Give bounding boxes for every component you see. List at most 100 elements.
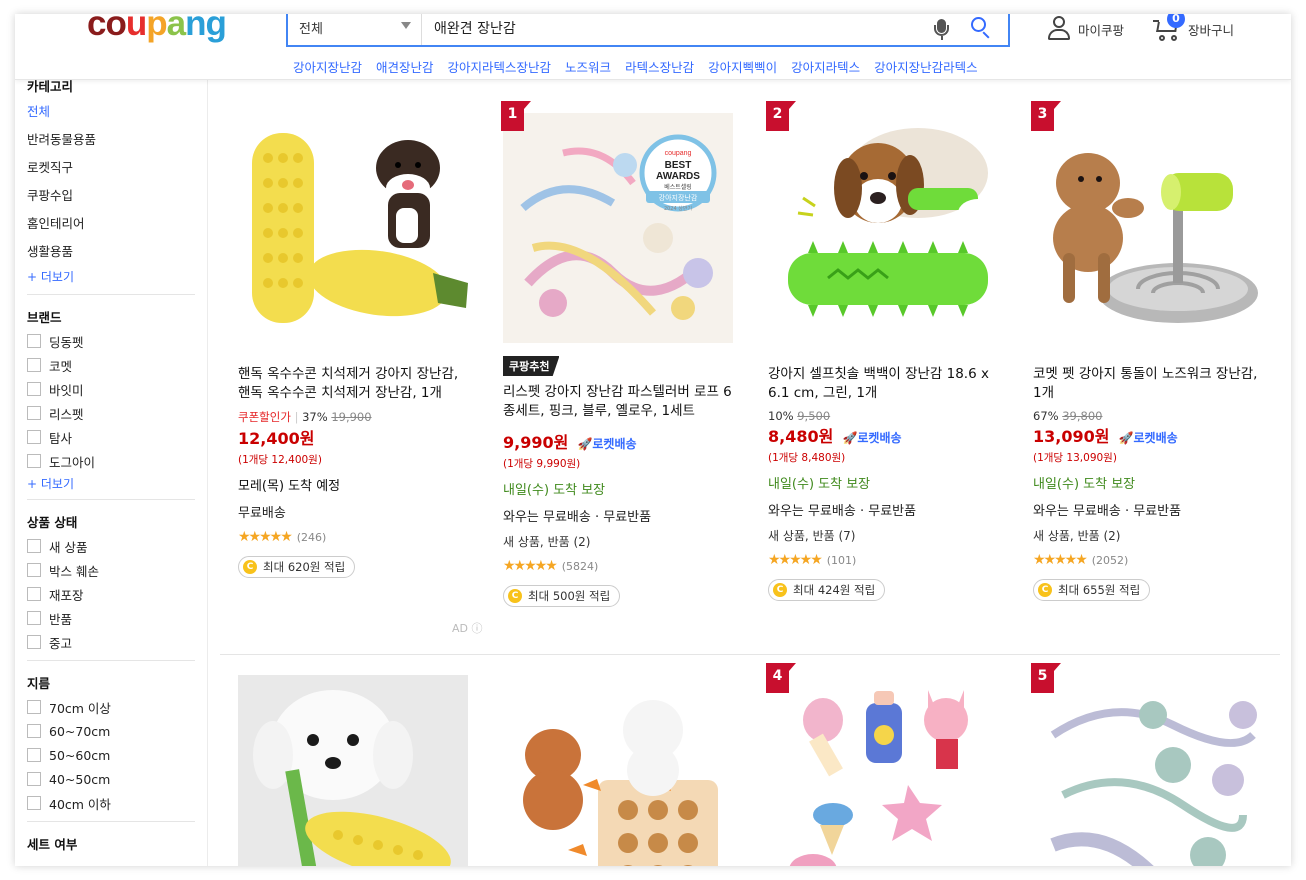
keyword-link[interactable]: 노즈워크 bbox=[565, 57, 611, 76]
sale-price: 9,990원 bbox=[503, 433, 569, 452]
product-name[interactable]: 강아지 셀프칫솔 백백이 장난감 18.6 x 6.1 cm, 그린, 1개 bbox=[768, 365, 1000, 403]
product-card[interactable]: 핸독 옥수수콘 치석제거 강아지 장난감, 핸독 옥수수콘 치석제거 장난감, … bbox=[238, 113, 470, 578]
product-card[interactable]: 2 강아지 셀프칫솔 백백이 장난감 18.6 x 6.1 cm, 그린, 1개… bbox=[766, 101, 1000, 601]
product-image[interactable] bbox=[503, 675, 733, 866]
original-price: 9,500 bbox=[797, 409, 831, 423]
condition-label: 재포장 bbox=[49, 587, 84, 603]
search-bar: 전체 bbox=[286, 14, 1010, 47]
search-icon bbox=[971, 16, 986, 32]
size-checkbox[interactable]: 60~70cm bbox=[27, 719, 195, 743]
coupang-logo[interactable]: coupang bbox=[87, 14, 227, 44]
condition-checkbox[interactable]: 반품 bbox=[27, 606, 195, 630]
size-label: 40cm 이하 bbox=[49, 796, 111, 812]
keyword-link[interactable]: 강아지삑삑이 bbox=[708, 57, 777, 76]
coupang-recommend-badge: 쿠팡추천 bbox=[503, 356, 560, 376]
microphone-icon[interactable] bbox=[930, 14, 954, 43]
product-card[interactable]: 4 bbox=[766, 663, 1000, 866]
product-card[interactable]: 3 코멧 펫 강아지 통돌이 노즈워크 장난감, 1개 67% 39,800 1… bbox=[1031, 101, 1265, 601]
brand-checkbox[interactable]: 딩동펫 bbox=[27, 329, 195, 353]
brand-checkbox[interactable]: 코멧 bbox=[27, 353, 195, 377]
keyword-link[interactable]: 강아지장난감 bbox=[293, 57, 362, 76]
size-label: 40~50cm bbox=[49, 771, 111, 787]
brand-checkbox[interactable]: 리스펫 bbox=[27, 401, 195, 425]
reward-text: 최대 655원 적립 bbox=[1058, 583, 1141, 597]
product-image[interactable] bbox=[768, 675, 998, 866]
keyword-link[interactable]: 강아지라텍스장난감 bbox=[448, 57, 552, 76]
product-image[interactable]: coupang BEST AWARDS 베스트셀링 강아지장난감 2024 상반… bbox=[503, 113, 733, 343]
star-rating-icon: ★★★★★ bbox=[768, 552, 823, 568]
discount-rate: 10% bbox=[768, 409, 794, 423]
product-image[interactable] bbox=[1033, 675, 1263, 866]
keyword-link[interactable]: 강아지라텍스 bbox=[791, 57, 860, 76]
product-image[interactable] bbox=[768, 113, 998, 343]
header: coupang 전체 강아지장난감 애견장난감 강아지라텍스장난감 노즈워크 라… bbox=[15, 14, 1291, 80]
product-name[interactable]: 코멧 펫 강아지 통돌이 노즈워크 장난감, 1개 bbox=[1033, 365, 1265, 403]
category-item[interactable]: 전체 bbox=[27, 98, 195, 126]
category-item[interactable]: 생활용품 bbox=[27, 238, 195, 266]
category-more-link[interactable]: + 더보기 bbox=[27, 266, 195, 288]
product-card[interactable] bbox=[503, 675, 735, 866]
condition-checkbox[interactable]: 새 상품 bbox=[27, 534, 195, 558]
unit-price: (1개당 13,090원) bbox=[1033, 452, 1117, 464]
brand-checkbox[interactable]: 바잇미 bbox=[27, 377, 195, 401]
brand-more-link[interactable]: + 더보기 bbox=[27, 473, 195, 495]
new-used-info[interactable]: 새 상품, 반품 (7) bbox=[768, 527, 1000, 544]
category-item[interactable]: 홈인테리어 bbox=[27, 210, 195, 238]
condition-checkbox[interactable]: 중고 bbox=[27, 630, 195, 654]
product-name[interactable]: 핸독 옥수수콘 치석제거 강아지 장난감, 핸독 옥수수콘 치석제거 장난감, … bbox=[238, 365, 470, 403]
shipping-info: 와우는 무료배송 · 무료반품 bbox=[503, 510, 652, 525]
size-checkbox[interactable]: 70cm 이상 bbox=[27, 695, 195, 719]
search-category-select[interactable]: 전체 bbox=[288, 14, 422, 45]
search-button[interactable] bbox=[966, 14, 996, 43]
size-checkbox[interactable]: 50~60cm bbox=[27, 743, 195, 767]
keyword-link[interactable]: 라텍스장난감 bbox=[625, 57, 694, 76]
new-used-info[interactable]: 새 상품, 반품 (2) bbox=[503, 533, 735, 550]
product-grid: 핸독 옥수수콘 치석제거 강아지 장난감, 핸독 옥수수콘 치석제거 장난감, … bbox=[220, 80, 1291, 866]
brand-checkbox[interactable]: 탐사 bbox=[27, 425, 195, 449]
mypage-label: 마이쿠팡 bbox=[1078, 22, 1125, 38]
brand-checkbox[interactable]: 도그아이 bbox=[27, 449, 195, 473]
rank-badge: 5 bbox=[1031, 663, 1061, 693]
award-line: AWARDS bbox=[656, 171, 700, 182]
coin-icon: C bbox=[1038, 583, 1052, 597]
product-card[interactable]: 5 bbox=[1031, 663, 1265, 866]
size-checkbox[interactable]: 40~50cm bbox=[27, 767, 195, 791]
new-used-info[interactable]: 새 상품, 반품 (2) bbox=[1033, 527, 1265, 544]
unit-price: (1개당 9,990원) bbox=[503, 458, 581, 470]
category-item[interactable]: 쿠팡수입 bbox=[27, 182, 195, 210]
size-checkbox[interactable]: 40cm 이하 bbox=[27, 791, 195, 815]
reward-badge: C 최대 655원 적립 bbox=[1033, 579, 1151, 601]
condition-checkbox[interactable]: 박스 훼손 bbox=[27, 558, 195, 582]
brand-label: 코멧 bbox=[49, 358, 73, 374]
award-line: 베스트셀링 bbox=[664, 183, 692, 191]
star-rating-icon: ★★★★★ bbox=[1033, 552, 1088, 568]
rating: ★★★★★ (2052) bbox=[1033, 552, 1265, 568]
product-image[interactable] bbox=[238, 675, 468, 866]
search-input[interactable] bbox=[422, 19, 930, 36]
brand-label: 탐사 bbox=[49, 430, 73, 446]
rank-badge: 3 bbox=[1031, 101, 1061, 131]
product-image[interactable] bbox=[238, 113, 468, 343]
discount-rate: 67% bbox=[1033, 409, 1059, 423]
original-price: 19,900 bbox=[331, 410, 372, 424]
keyword-link[interactable]: 애견장난감 bbox=[376, 57, 434, 76]
unit-price: (1개당 8,480원) bbox=[768, 452, 846, 464]
cart-link[interactable]: 0 장바구니 bbox=[1153, 14, 1234, 44]
category-item[interactable]: 로켓직구 bbox=[27, 154, 195, 182]
size-label: 70cm 이상 bbox=[49, 700, 111, 716]
product-card[interactable]: coupang BEST AWARDS 베스트셀링 강아지장난감 2024 상반… bbox=[501, 101, 735, 607]
product-name[interactable]: 리스펫 강아지 장난감 파스텔러버 로프 6종세트, 핑크, 블루, 옐로우, … bbox=[503, 383, 735, 421]
award-line: 강아지장난감 bbox=[659, 193, 698, 202]
condition-label: 반품 bbox=[49, 611, 73, 627]
price-discount-line: 10% 9,500 bbox=[768, 409, 1000, 423]
ad-label[interactable]: AD ⓘ bbox=[452, 620, 483, 636]
condition-checkbox[interactable]: 재포장 bbox=[27, 582, 195, 606]
product-card[interactable] bbox=[238, 675, 470, 866]
product-image[interactable] bbox=[1033, 113, 1263, 343]
rocket-delivery-badge: 🚀로켓배송 bbox=[842, 431, 902, 445]
category-item[interactable]: 반려동물용품 bbox=[27, 126, 195, 154]
shipping-info: 와우는 무료배송 · 무료반품 bbox=[1033, 504, 1182, 519]
keyword-link[interactable]: 강아지장난감라텍스 bbox=[874, 57, 978, 76]
sale-price: 12,400원 bbox=[238, 429, 315, 448]
mypage-link[interactable]: 마이쿠팡 bbox=[1048, 14, 1124, 44]
